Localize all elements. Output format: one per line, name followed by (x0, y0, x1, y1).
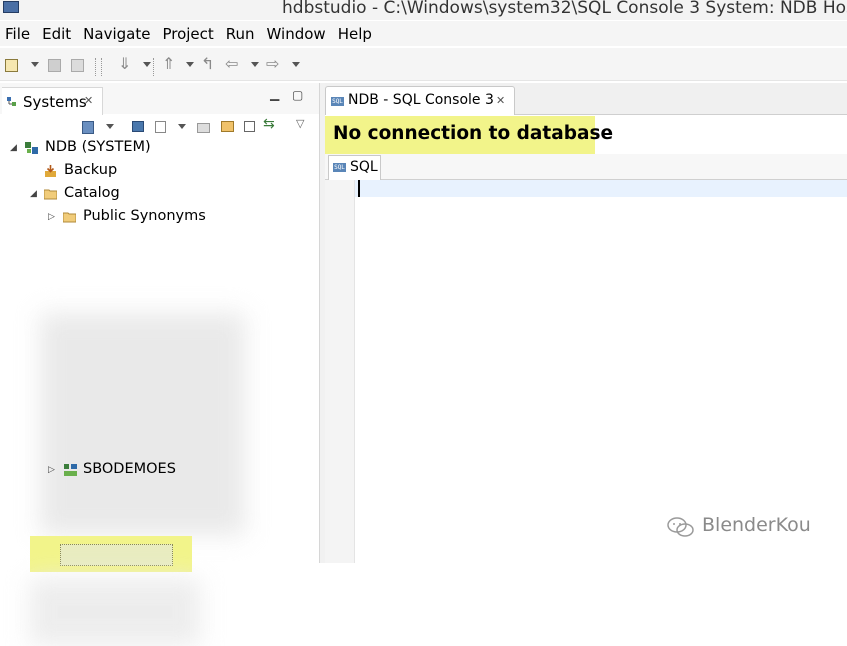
connection-status-text: No connection to database (333, 123, 614, 144)
menu-window[interactable]: Window (262, 25, 333, 43)
new-icon[interactable] (5, 59, 18, 72)
maximize-icon[interactable]: ▢ (292, 88, 303, 102)
expanded-twisty-icon[interactable]: ◢ (10, 143, 17, 153)
forward-icon[interactable]: ⇨ (266, 54, 279, 73)
sql-console-icon[interactable] (132, 121, 144, 132)
tab-sql-console[interactable]: SQL NDB - SQL Console 3 ✕ (325, 86, 515, 115)
tab-systems[interactable]: Systems ✕ (2, 87, 103, 115)
expanded-twisty-icon[interactable]: ◢ (30, 189, 37, 199)
sql-subtab-label: SQL (350, 159, 378, 175)
next-annotation-icon[interactable]: ⇓ (118, 54, 131, 73)
backup-icon (45, 165, 56, 177)
previous-annotation-icon[interactable]: ⇑ (162, 54, 175, 73)
title-bar: hdbstudio - C:\Windows\system32\SQL Cons… (0, 0, 847, 20)
tree-node-sbodemoes[interactable]: ▷ SBODEMOES (0, 461, 319, 481)
next-annotation-dropdown-icon[interactable] (143, 62, 151, 67)
save-all-icon[interactable] (71, 59, 84, 72)
add-system-icon[interactable] (82, 121, 94, 134)
link-with-editor-icon[interactable]: ⇆ (263, 116, 275, 132)
editor-subtab-strip: SQL SQL (325, 154, 847, 180)
current-line-highlight[interactable] (355, 180, 847, 197)
tree-node-label: SBODEMOES (83, 461, 176, 477)
menu-file[interactable]: File (0, 25, 37, 43)
menu-run[interactable]: Run (221, 25, 262, 43)
text-caret (358, 180, 360, 197)
folder-open-icon (44, 189, 57, 200)
last-edit-location-icon[interactable]: ↰ (201, 54, 214, 73)
close-icon[interactable]: ✕ (84, 94, 93, 107)
back-icon[interactable]: ⇦ (225, 54, 238, 73)
systems-view-icon (7, 97, 16, 106)
menu-project[interactable]: Project (157, 25, 220, 43)
collapsed-twisty-icon[interactable]: ▷ (48, 465, 55, 475)
wechat-icon (667, 517, 694, 537)
new-dropdown-arrow-icon[interactable] (31, 62, 39, 67)
collapse-all-icon[interactable] (244, 121, 255, 132)
redacted-schemas-region (40, 313, 245, 535)
window-title: hdbstudio - C:\Windows\system32\SQL Cons… (282, 0, 847, 18)
view-menu-icon[interactable]: ▽ (296, 117, 304, 130)
sql-file-icon: SQL (333, 163, 346, 172)
menu-edit[interactable]: Edit (37, 25, 78, 43)
systems-tab-label: Systems (23, 93, 87, 111)
tab-sql[interactable]: SQL SQL (328, 155, 381, 180)
toolbar-separator (153, 58, 154, 76)
tree-node-public-synonyms[interactable]: ▷ Public Synonyms (0, 208, 319, 228)
main-toolbar: ⇓ ⇑ ↰ ⇦ ⇨ (0, 48, 847, 81)
toolbar-separator (101, 58, 102, 76)
forward-dropdown-icon[interactable] (292, 62, 300, 67)
toolbar-separator (95, 58, 96, 76)
tree-node-label: NDB (SYSTEM) (45, 139, 151, 155)
folder-icon (63, 212, 76, 223)
previous-annotation-dropdown-icon[interactable] (186, 62, 194, 67)
schema-icon (64, 464, 77, 476)
editor-tab-strip: SQL NDB - SQL Console 3 ✕ (325, 83, 847, 115)
sql-file-icon: SQL (331, 97, 344, 106)
collapsed-twisty-icon[interactable]: ▷ (48, 212, 55, 222)
tree-node-ndb[interactable]: ◢ NDB (SYSTEM) (0, 139, 319, 159)
systems-panel: Systems ✕ ▁ ▢ ⇆ ▽ ◢ NDB (SYSTEM) Backup … (0, 83, 319, 646)
menu-navigate[interactable]: Navigate (78, 25, 157, 43)
redacted-region (30, 578, 200, 646)
menu-bar: File Edit Navigate Project Run Window He… (0, 21, 847, 46)
add-system-dropdown-icon[interactable] (106, 124, 114, 129)
tree-node-catalog[interactable]: ◢ Catalog (0, 185, 319, 205)
tree-node-label: Catalog (64, 185, 120, 201)
save-icon[interactable] (48, 59, 61, 72)
editor-tab-label: NDB - SQL Console 3 (348, 92, 494, 108)
open-folder-icon[interactable] (221, 121, 234, 132)
minimize-icon[interactable]: ▁ (270, 87, 279, 101)
tree-node-backup[interactable]: Backup (0, 162, 319, 182)
tree-node-label: Backup (64, 162, 118, 178)
open-sql-icon[interactable] (197, 123, 210, 133)
systems-panel-header: Systems ✕ ▁ ▢ (0, 83, 319, 115)
menu-help[interactable]: Help (333, 25, 379, 43)
close-icon[interactable]: ✕ (496, 94, 505, 107)
connection-status-banner: No connection to database (325, 116, 613, 154)
watermark-text: BlenderKou (702, 514, 811, 536)
administration-icon[interactable] (155, 121, 166, 133)
sql-editor-panel: SQL NDB - SQL Console 3 ✕ No connection … (325, 83, 847, 563)
systems-toolbar: ⇆ ▽ (0, 114, 319, 142)
administration-dropdown-icon[interactable] (178, 124, 186, 129)
back-dropdown-icon[interactable] (251, 62, 259, 67)
database-system-icon (25, 142, 38, 154)
editor-line-ruler (325, 180, 355, 563)
app-icon (3, 1, 19, 13)
tree-node-label: Public Synonyms (83, 208, 206, 224)
